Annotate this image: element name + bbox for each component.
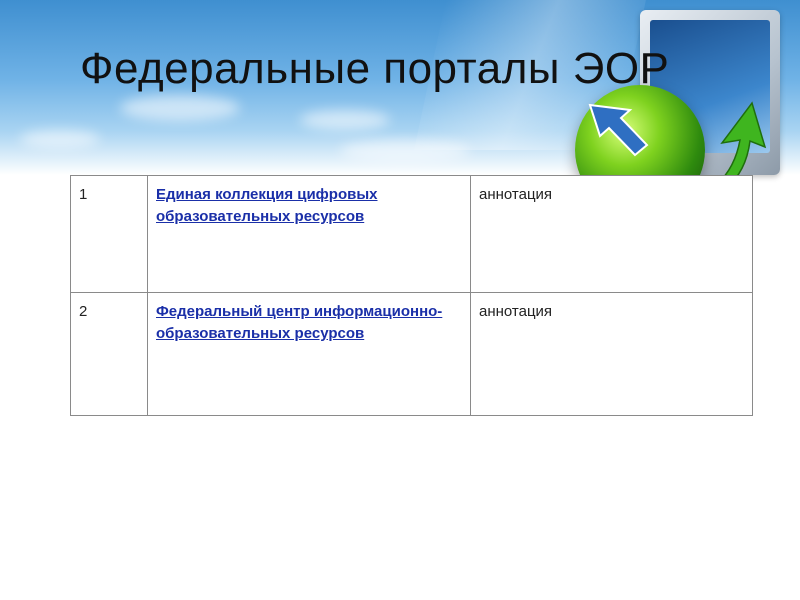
cloud (300, 110, 390, 130)
resources-table: 1 Единая коллекция цифровых образователь… (70, 175, 753, 416)
annotation-cell: аннотация (470, 292, 753, 416)
table-row: 2 Федеральный центр информационно-образо… (70, 292, 753, 416)
resource-link-cell: Единая коллекция цифровых образовательны… (147, 175, 471, 293)
resource-link-federal-center[interactable]: Федеральный центр информационно-образова… (156, 303, 442, 342)
row-number: 2 (70, 292, 148, 416)
resources-table-wrap: 1 Единая коллекция цифровых образователь… (70, 175, 753, 416)
slide: Федеральные порталы ЭОР 1 Единая коллекц… (0, 0, 800, 600)
page-title: Федеральные порталы ЭОР (80, 44, 670, 93)
cloud (120, 95, 240, 121)
row-number: 1 (70, 175, 148, 293)
cloud (20, 130, 100, 148)
resource-link-collection[interactable]: Единая коллекция цифровых образовательны… (156, 186, 378, 225)
blue-arrow-icon (588, 103, 649, 157)
resource-link-cell: Федеральный центр информационно-образова… (147, 292, 471, 416)
annotation-cell: аннотация (470, 175, 753, 293)
table-row: 1 Единая коллекция цифровых образователь… (70, 175, 753, 293)
